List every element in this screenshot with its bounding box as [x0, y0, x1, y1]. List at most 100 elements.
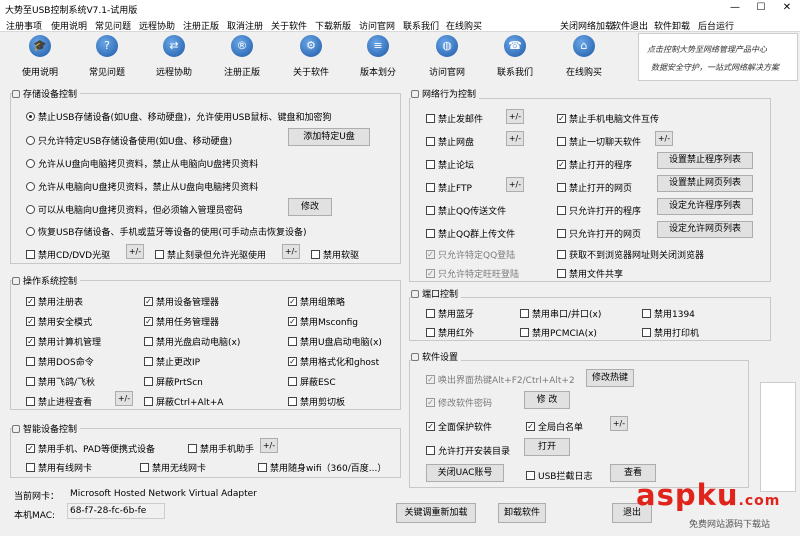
checkbox-protect-software[interactable]: ✓ 全面保护软件: [426, 420, 492, 433]
set-block-webpage-list-button[interactable]: 设置禁止网页列表: [657, 175, 753, 192]
checkbox[interactable]: ✓: [426, 422, 435, 431]
checkbox-port[interactable]: 禁用串口/并口(x): [520, 307, 601, 320]
checkbox-net[interactable]: 禁止打开的网页: [557, 181, 632, 194]
menu-item[interactable]: 关于软件: [271, 19, 307, 32]
checkbox-net[interactable]: 禁止QQ群上传文件: [426, 227, 515, 240]
radio-button[interactable]: [26, 112, 35, 121]
checkbox[interactable]: ✓: [288, 297, 297, 306]
minimize-button[interactable]: —: [722, 0, 748, 16]
checkbox[interactable]: [26, 377, 35, 386]
checkbox-disable-cdrom[interactable]: 禁用CD/DVD光驱: [26, 248, 110, 261]
maximize-button[interactable]: ☐: [748, 0, 774, 16]
checkbox[interactable]: [144, 397, 153, 406]
checkbox[interactable]: [557, 229, 566, 238]
checkbox[interactable]: [26, 357, 35, 366]
checkbox[interactable]: ✓: [288, 357, 297, 366]
checkbox[interactable]: [642, 309, 651, 318]
menu-item[interactable]: 注册事项: [6, 19, 42, 32]
checkbox[interactable]: ✓: [144, 317, 153, 326]
checkbox-net[interactable]: ✓ 禁止打开的程序: [557, 158, 632, 171]
checkbox-os[interactable]: 禁止进程查看: [26, 395, 92, 408]
checkbox[interactable]: [140, 463, 149, 472]
toolbar-button-faq[interactable]: ? 常见问题: [77, 35, 137, 78]
checkbox-os[interactable]: ✓ 禁用安全模式: [26, 315, 92, 328]
checkbox-smart[interactable]: 禁用随身wifi（360/百度...）: [258, 461, 386, 474]
email-plus-minus-button[interactable]: +/-: [506, 109, 524, 124]
modify-hotkey-button[interactable]: 修改热键: [586, 369, 634, 387]
set-block-program-list-button[interactable]: 设置禁止程序列表: [657, 152, 753, 169]
checkbox[interactable]: [144, 377, 153, 386]
checkbox-port[interactable]: 禁用PCMCIA(x): [520, 326, 597, 339]
checkbox[interactable]: ✓: [426, 250, 435, 259]
checkbox[interactable]: [311, 250, 320, 259]
checkbox[interactable]: ✓: [26, 317, 35, 326]
checkbox-net[interactable]: 只允许打开的网页: [557, 227, 641, 240]
checkbox[interactable]: [426, 114, 435, 123]
whitelist-plus-minus-button[interactable]: +/-: [610, 416, 628, 431]
toolbar-button-contact[interactable]: ☎ 联系我们: [485, 35, 545, 78]
ftp-plus-minus-button[interactable]: +/-: [506, 177, 524, 192]
radio-button[interactable]: [26, 205, 35, 214]
checkbox-net[interactable]: 禁止QQ传送文件: [426, 204, 506, 217]
chat-plus-minus-button[interactable]: +/-: [655, 131, 673, 146]
reload-button[interactable]: 关键调重新加载: [396, 503, 476, 523]
checkbox[interactable]: ✓: [26, 297, 35, 306]
set-allow-webpage-list-button[interactable]: 设定允许网页列表: [657, 221, 753, 238]
menu-item[interactable]: 在线购买: [446, 19, 482, 32]
open-dir-button[interactable]: 打开: [524, 438, 570, 456]
checkbox-smart[interactable]: 禁用无线网卡: [140, 461, 206, 474]
storage-radio-pc-to-usb[interactable]: 允许从电脑向U盘拷贝资料，禁止从U盘向电脑拷贝资料: [26, 180, 258, 193]
checkbox-os[interactable]: 屏蔽ESC: [288, 375, 336, 388]
burn-plus-minus-button[interactable]: +/-: [282, 244, 300, 259]
checkbox[interactable]: ✓: [426, 398, 435, 407]
checkbox[interactable]: [426, 309, 435, 318]
radio-button[interactable]: [26, 227, 35, 236]
checkbox[interactable]: [288, 377, 297, 386]
checkbox-disable-floppy[interactable]: 禁用软驱: [311, 248, 359, 261]
checkbox-net-disabled[interactable]: ✓ 只允许特定QQ登陆: [426, 248, 515, 261]
checkbox-net[interactable]: 获取不到浏览器网址则关闭浏览器: [557, 248, 704, 261]
checkbox-os[interactable]: ✓ 禁用Msconfig: [288, 315, 358, 328]
checkbox-os[interactable]: 禁止更改IP: [144, 355, 200, 368]
checkbox-global-whitelist[interactable]: ✓ 全局白名单: [526, 420, 583, 433]
checkbox[interactable]: [26, 463, 35, 472]
modify-password-button[interactable]: 修改: [288, 198, 332, 216]
checkbox-os[interactable]: ✓ 禁用计算机管理: [26, 335, 101, 348]
checkbox[interactable]: [188, 444, 197, 453]
close-button[interactable]: ✕: [774, 0, 800, 16]
radio-button[interactable]: [26, 136, 35, 145]
checkbox[interactable]: ✓: [144, 297, 153, 306]
toolbar-button-versions[interactable]: ≡ 版本划分: [348, 35, 408, 78]
process-plus-minus-button[interactable]: +/-: [115, 391, 133, 406]
checkbox[interactable]: ✓: [26, 444, 35, 453]
checkbox-os[interactable]: 禁用飞鸽/飞秋: [26, 375, 95, 388]
checkbox[interactable]: ✓: [557, 114, 566, 123]
checkbox[interactable]: [426, 160, 435, 169]
set-allow-program-list-button[interactable]: 设定允许程序列表: [657, 198, 753, 215]
checkbox-net[interactable]: 禁用文件共享: [557, 267, 623, 280]
storage-radio-block-usb[interactable]: 禁止USB存储设备(如U盘、移动硬盘)，允许使用USB鼠标、键盘和加密狗: [26, 110, 332, 123]
close-uac-button[interactable]: 关闭UAC账号: [426, 464, 504, 482]
checkbox-net[interactable]: 禁止发邮件: [426, 112, 483, 125]
checkbox[interactable]: ✓: [26, 337, 35, 346]
checkbox-open-install-dir[interactable]: 允许打开安装目录: [426, 444, 510, 457]
checkbox[interactable]: [288, 337, 297, 346]
checkbox[interactable]: [144, 337, 153, 346]
checkbox[interactable]: [26, 250, 35, 259]
checkbox-net[interactable]: 禁止一切聊天软件: [557, 135, 641, 148]
menu-item[interactable]: 远程协助: [139, 19, 175, 32]
checkbox-port[interactable]: 禁用红外: [426, 326, 474, 339]
menu-item[interactable]: 联系我们: [403, 19, 439, 32]
checkbox-port[interactable]: 禁用打印机: [642, 326, 699, 339]
toolbar-button-website[interactable]: ◍ 访问官网: [417, 35, 477, 78]
checkbox[interactable]: ✓: [426, 269, 435, 278]
checkbox[interactable]: [526, 471, 535, 480]
checkbox[interactable]: [557, 269, 566, 278]
checkbox[interactable]: [426, 183, 435, 192]
toolbar-button-buy[interactable]: ⌂ 在线购买: [554, 35, 614, 78]
checkbox[interactable]: [557, 206, 566, 215]
checkbox-port[interactable]: 禁用1394: [642, 307, 695, 320]
checkbox-net[interactable]: 禁止网盘: [426, 135, 474, 148]
checkbox[interactable]: [426, 229, 435, 238]
checkbox-os[interactable]: ✓ 禁用任务管理器: [144, 315, 219, 328]
